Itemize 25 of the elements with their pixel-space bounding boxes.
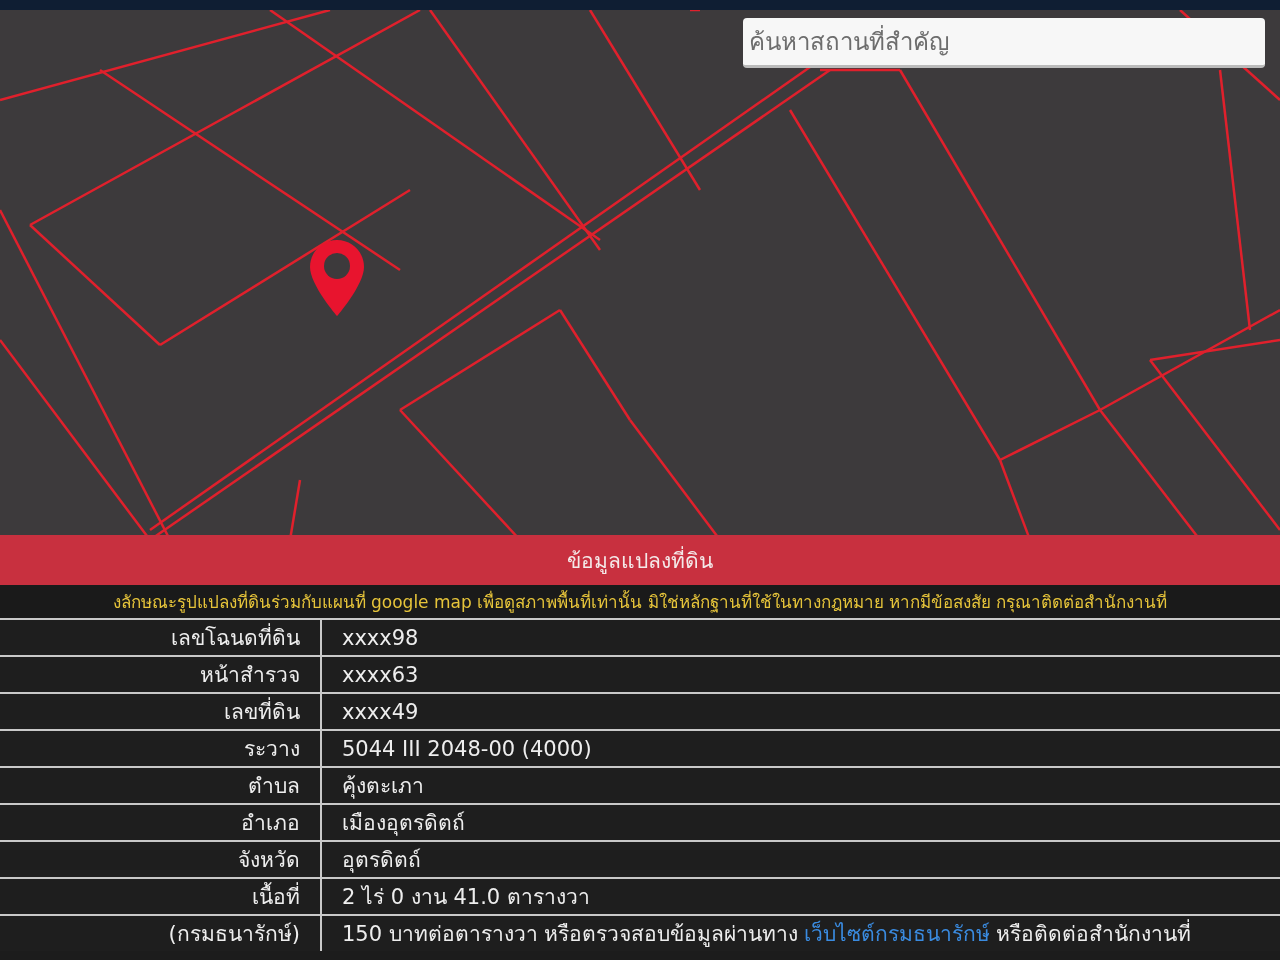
map-pin-icon (308, 238, 366, 318)
field-label: เนื้อที่ (252, 880, 300, 913)
field-label: หน้าสำรวจ (200, 662, 300, 689)
field-value: 2 ไร่ 0 งาน 41.0 ตารางวา (342, 884, 590, 911)
field-label: ระวาง (244, 736, 300, 763)
field-value: 150 บาทต่อตารางวา หรือตรวจสอบข้อมูลผ่านทาง (342, 921, 799, 949)
disclaimer-text: งลักษณะรูปแปลงที่ดินร่วมกับแผนที่ google map เพื่อดูสภาพพื้นที่เท่านั้น มิใช่หลักฐานที่ใช้ในทางกฎหมาย หากมีข้อสงสัย กรุณาติดต่อสำนักงานที่ (112, 589, 1168, 615)
field-value: อุตรดิตถ์ (342, 847, 421, 875)
search-field[interactable]: ค้นหาสถานที่สำคัญ (743, 18, 1265, 68)
field-value: เมืองอุตรดิตถ์ (342, 810, 465, 838)
field-value: 5044 III 2048-00 (4000) (342, 736, 592, 761)
satellite-map-placeholder[interactable]: ค้นหาสถานที่สำคัญ (0, 10, 1280, 535)
field-label: (กรมธนารักษ์) (168, 921, 300, 948)
website-link[interactable]: เว็บไซต์กรมธนารักษ์ (804, 917, 991, 950)
field-label: จังหวัด (238, 847, 300, 874)
field-value: xxxx49 (342, 699, 419, 724)
field-label: อำเภอ (241, 810, 300, 837)
field-value: คุ้งตะเภา (342, 773, 424, 801)
field-label: เลขโฉนดที่ดิน (171, 621, 300, 654)
field-value: หรือติดต่อสำนักงานที่ (996, 917, 1192, 950)
field-label: ตำบล (248, 773, 300, 800)
field-label: เลขที่ดิน (224, 695, 300, 728)
field-value: xxxx63 (342, 662, 419, 687)
panel-title: ข้อมูลแปลงที่ดิน (567, 545, 713, 576)
field-value: xxxx98 (342, 625, 419, 650)
